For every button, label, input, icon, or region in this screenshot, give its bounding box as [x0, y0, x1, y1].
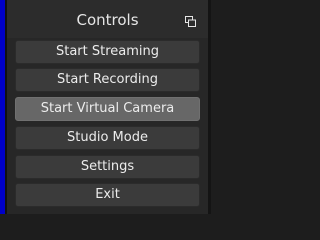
- start-recording-button[interactable]: Start Recording: [15, 68, 200, 92]
- settings-button[interactable]: Settings: [15, 155, 200, 179]
- window-border: [208, 0, 211, 214]
- preview-edge: [0, 0, 7, 214]
- start-virtual-camera-button[interactable]: Start Virtual Camera: [15, 97, 200, 121]
- exit-button[interactable]: Exit: [15, 183, 200, 207]
- controls-dock: Controls Start Streaming Start Recording…: [7, 0, 208, 214]
- undock-icon[interactable]: [185, 16, 196, 27]
- studio-mode-button[interactable]: Studio Mode: [15, 126, 200, 150]
- dock-title: Controls: [76, 11, 139, 29]
- obs-window: Controls Start Streaming Start Recording…: [0, 0, 211, 214]
- dock-title-bar: Controls: [7, 0, 208, 38]
- start-streaming-button[interactable]: Start Streaming: [15, 40, 200, 64]
